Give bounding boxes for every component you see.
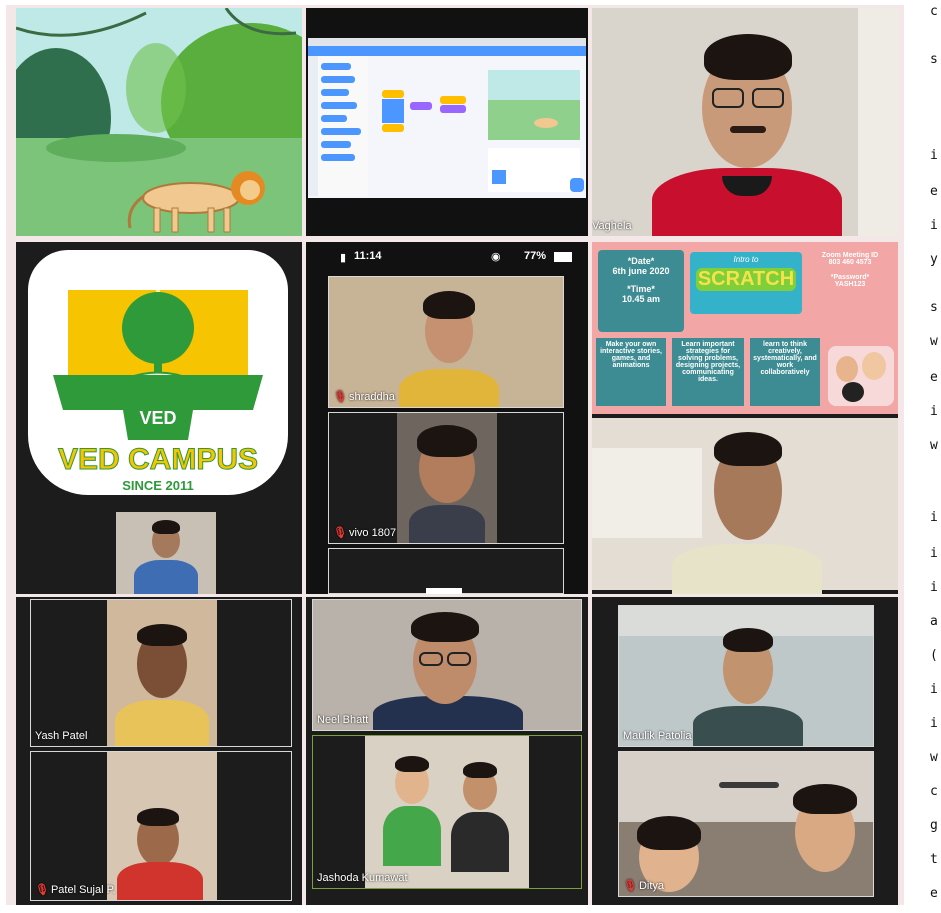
wifi-icon: ◉: [491, 251, 501, 263]
jungle-lion-scene: [16, 8, 302, 236]
participant-name-yash: Yash Patel: [35, 730, 88, 742]
video-tile-neel: Neel Bhatt: [312, 599, 582, 731]
video-tile-shraddha: 🎙 shraddha: [328, 276, 564, 408]
video-collage-frame: Vaghela VED VED CAMPUS SINCE 2011 ▮ 11:1…: [6, 5, 904, 905]
row3-col2: Neel Bhatt Jashoda Kumawat: [306, 597, 588, 905]
logo-since: SINCE 2011: [122, 478, 194, 493]
participant-name-sujal: Patel Sujal P.: [50, 884, 116, 896]
video-tile-teacher-2: [592, 418, 898, 594]
home-indicator: [426, 588, 462, 594]
vaghela-avatar: [592, 8, 898, 236]
battery-icon: [554, 252, 572, 262]
video-tile-jashoda: Jashoda Kumawat: [312, 735, 582, 889]
poster-date-box: *Date* 6th june 2020 *Time* 10.45 am: [598, 250, 684, 332]
scratch-editor-illustration: [308, 38, 586, 198]
row3-col3: Maulik Patolia 🎙 Ditya: [592, 597, 898, 905]
video-tile-maulik: Maulik Patolia: [618, 605, 874, 747]
video-tile-vivo: 🎙 vivo 1807: [328, 412, 564, 544]
video-tile-ditya: 🎙 Ditya: [618, 751, 874, 897]
participant-name-vaghela: Vaghela: [592, 220, 632, 232]
participant-name-vivo: vivo 1807: [348, 527, 397, 539]
poster-meeting-info: Zoom Meeting ID 803 460 4573 *Password* …: [821, 252, 879, 288]
mic-muted-icon: 🎙: [333, 527, 347, 539]
battery-percent: 77%: [524, 250, 547, 262]
participant-name-maulik: Maulik Patolia: [623, 730, 692, 742]
participant-name-jashoda: Jashoda Kumawat: [317, 872, 408, 884]
logo-initials: VED: [139, 408, 177, 428]
poster-box-3: learn to think creatively, systematicall…: [750, 338, 820, 406]
ved-campus-tile: VED VED CAMPUS SINCE 2011: [16, 242, 302, 594]
video-tile-child-small: [116, 512, 216, 594]
ceiling-fan-icon: [719, 782, 779, 788]
participant-name-ditya: Ditya: [638, 880, 665, 892]
logo-name: VED CAMPUS: [57, 443, 259, 477]
phone-time: 11:14: [354, 250, 382, 262]
poster-box-2: Learn important strategies for solving p…: [672, 338, 744, 406]
participant-name-neel: Neel Bhatt: [317, 714, 369, 726]
jungle-illustration: [16, 8, 302, 236]
phone-status-bar: ▮ 11:14 ◉ 77%: [306, 242, 588, 272]
video-tile-sujal: 🎙 Patel Sujal P.: [30, 751, 292, 901]
poster-kids-image: [828, 346, 894, 406]
scratch-poster-tile: *Date* 6th june 2020 *Time* 10.45 am Int…: [592, 242, 898, 594]
ved-campus-logo: VED VED CAMPUS SINCE 2011: [28, 250, 288, 495]
scratch-poster: *Date* 6th june 2020 *Time* 10.45 am Int…: [592, 242, 898, 414]
video-tile-vaghela: Vaghela: [592, 8, 898, 236]
scratch-editor-screenshot: [306, 8, 588, 236]
participant-name-shraddha: shraddha: [348, 391, 395, 403]
mic-muted-icon: 🎙: [623, 880, 637, 892]
signal-icon: ▮: [340, 252, 347, 264]
poster-box-1: Make your own interactive stories, games…: [596, 338, 666, 406]
poster-title-box: Intro to SCRATCH: [690, 252, 802, 314]
row3-col1: Yash Patel 🎙 Patel Sujal P.: [16, 597, 302, 905]
mic-muted-icon: 🎙: [35, 884, 49, 896]
phone-zoom-screenshot: ▮ 11:14 ◉ 77% 🎙 shraddha 🎙 vivo 1807: [306, 242, 588, 594]
video-tile-yash: Yash Patel: [30, 599, 292, 747]
mic-muted-icon: 🎙: [333, 391, 347, 403]
